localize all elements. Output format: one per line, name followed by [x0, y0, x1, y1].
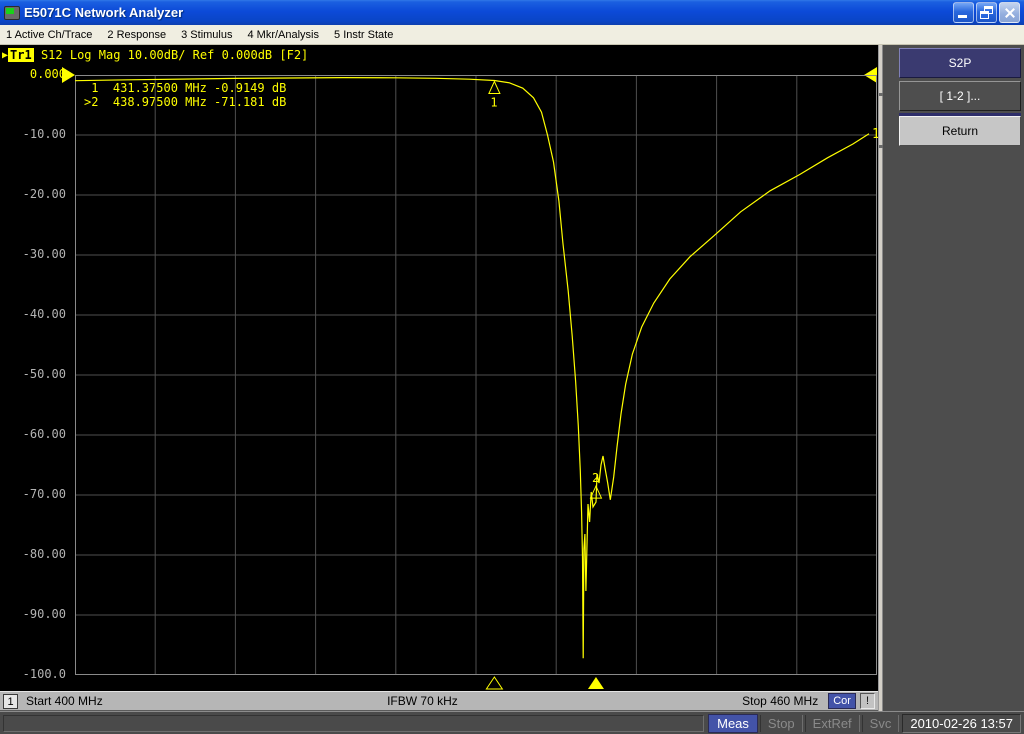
svc-indicator: Svc [861, 714, 900, 732]
y-tick-label: -20.00 [22, 187, 66, 201]
ifbw-label: IFBW 70 kHz [387, 694, 458, 708]
app-icon [4, 5, 20, 20]
y-tick-label: -60.00 [22, 427, 66, 441]
y-tick-label: -90.00 [22, 607, 66, 621]
softkey-gutter [879, 45, 883, 711]
softkey-sidebar: S2P [ 1-2 ]... Return [878, 45, 1024, 711]
extref-indicator: ExtRef [804, 714, 860, 732]
y-axis-labels: 0.000 -10.00 -20.00 -30.00 -40.00 -50.00 -60.0… [0, 45, 66, 691]
softkey-1-2[interactable]: [ 1-2 ]... [899, 81, 1021, 111]
channel-status-bar: 1 Start 400 MHz IFBW 70 kHz Stop 460 MHz… [0, 691, 878, 711]
menu-mkr-analysis[interactable]: 4 Mkr/Analysis [247, 29, 319, 41]
y-tick-label: -40.00 [22, 307, 66, 321]
menu-stimulus[interactable]: 3 Stimulus [181, 29, 232, 41]
y-tick-label: -50.00 [22, 367, 66, 381]
y-tick-label: -70.00 [22, 487, 66, 501]
correction-status-badge: Cor [828, 693, 856, 709]
menu-instr-state[interactable]: 5 Instr State [334, 29, 393, 41]
y-tick-label: -30.00 [22, 247, 66, 261]
display-area: ▶ Tr1 S12 Log Mag 10.00dB/ Ref 0.000dB [F… [0, 45, 880, 691]
alert-badge: ! [859, 693, 876, 709]
minimize-icon [958, 15, 967, 18]
reference-level-marker-left-icon[interactable] [62, 67, 75, 83]
y-tick-label: -80.00 [22, 547, 66, 561]
menu-response[interactable]: 2 Response [107, 29, 166, 41]
svg-text:1: 1 [490, 95, 497, 109]
title-bar: E5071C Network Analyzer [0, 0, 1024, 25]
start-frequency-label: Start 400 MHz [26, 694, 103, 708]
softkey-return[interactable]: Return [899, 116, 1021, 146]
close-button[interactable] [999, 2, 1020, 23]
softkey-s2p[interactable]: S2P [899, 48, 1021, 78]
y-tick-label: 0.000 [29, 67, 66, 81]
svg-text:2: 2 [592, 471, 599, 485]
menu-bar: 1 Active Ch/Trace 2 Response 3 Stimulus … [0, 25, 1024, 45]
trace-format-text: S12 Log Mag 10.00dB/ Ref 0.000dB [F2] [40, 48, 309, 62]
datetime-display: 2010-02-26 13:57 [902, 713, 1021, 733]
e5071c-window: E5071C Network Analyzer 1 Active Ch/Trac… [0, 0, 1024, 734]
stop-frequency-label: Stop 460 MHz [742, 694, 819, 708]
meas-status-badge: Meas [708, 713, 758, 733]
status-message-area [3, 714, 705, 732]
graph-area: 112 [74, 75, 880, 690]
sweep-stop-indicator: Stop [759, 714, 803, 732]
menu-active-ch-trace[interactable]: 1 Active Ch/Trace [6, 29, 92, 41]
graph-svg: 112 [74, 75, 880, 690]
y-tick-label: -100.0 [22, 667, 66, 681]
restore-button[interactable] [976, 2, 997, 23]
channel-number-badge: 1 [3, 693, 18, 709]
instrument-status-bar: Meas Stop ExtRef Svc 2010-02-26 13:57 [0, 711, 1024, 734]
minimize-button[interactable] [953, 2, 974, 23]
window-title: E5071C Network Analyzer [24, 5, 184, 20]
y-tick-label: -10.00 [22, 127, 66, 141]
